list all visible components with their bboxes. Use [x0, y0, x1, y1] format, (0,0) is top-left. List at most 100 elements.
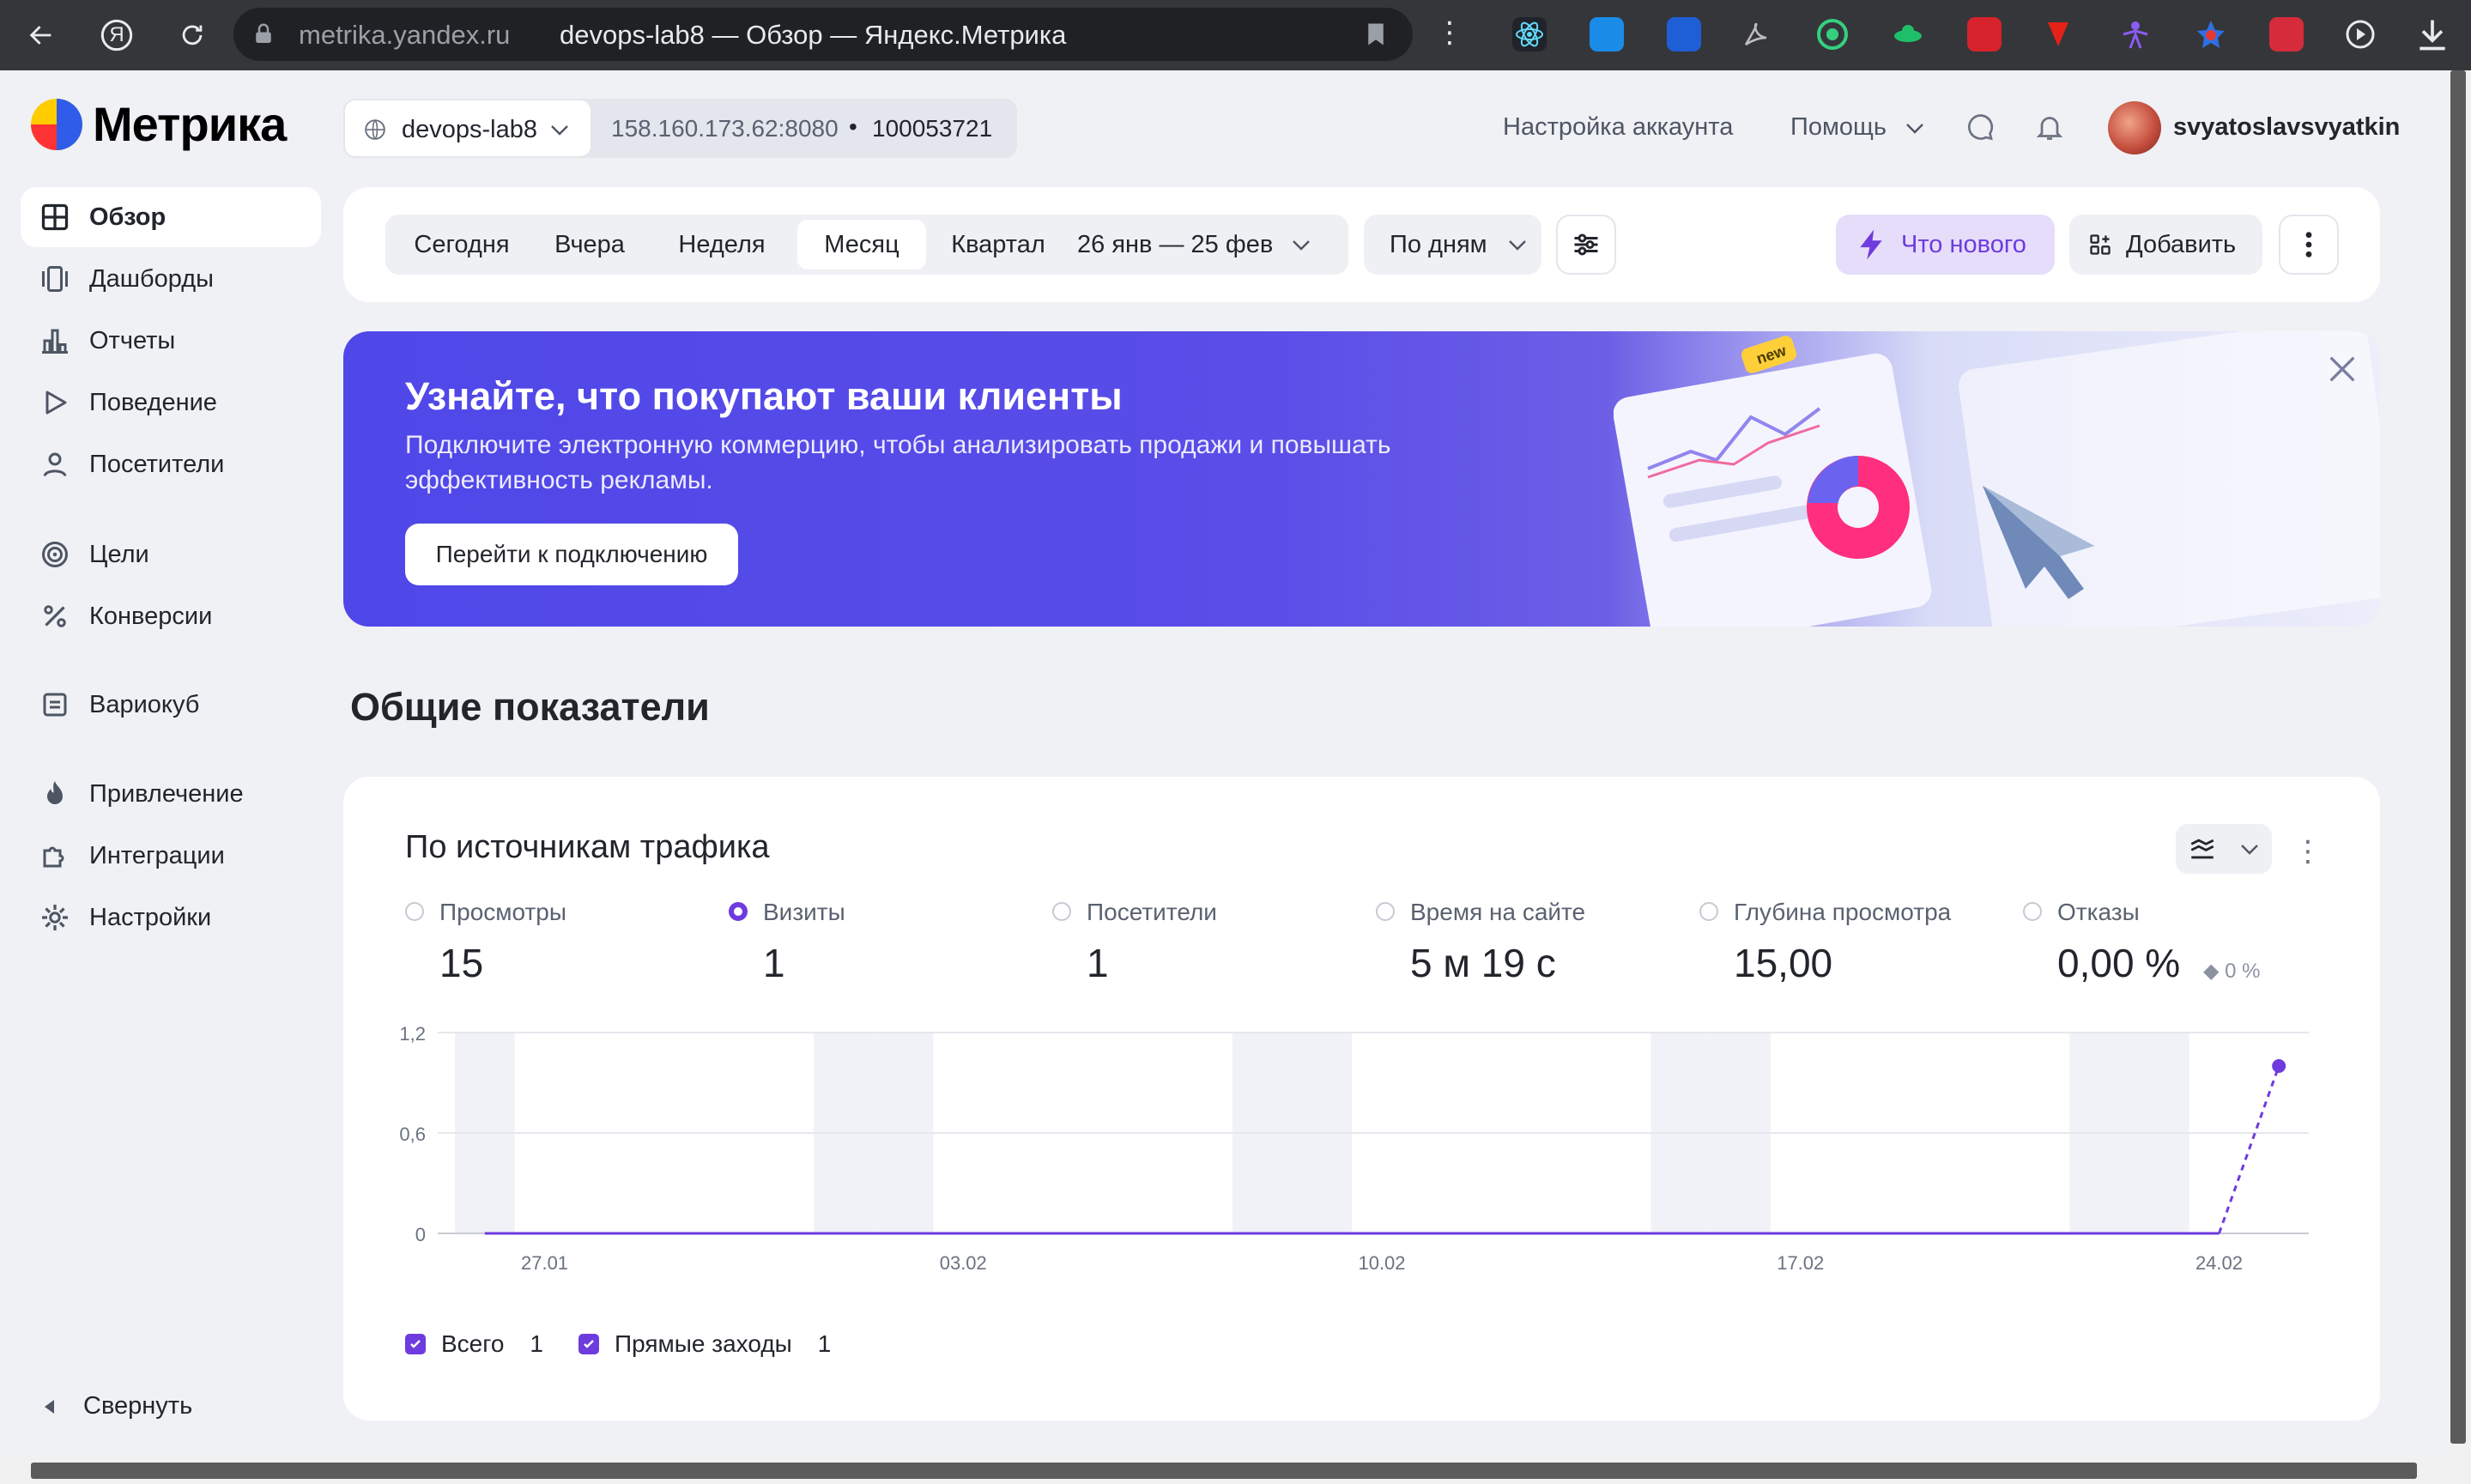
x-tick-label: 10.02 — [1358, 1252, 1405, 1274]
metrika-logo[interactable]: Метрика — [29, 96, 287, 152]
connect-button[interactable]: Перейти к подключению — [405, 524, 738, 585]
help-menu[interactable]: Помощь — [1790, 113, 1926, 142]
metric-label: Посетители — [1087, 899, 1217, 925]
metric-radio[interactable] — [1052, 902, 1071, 921]
bell-icon[interactable] — [2034, 112, 2065, 142]
sidebar-item-goals[interactable]: Цели — [21, 524, 321, 585]
target-icon — [42, 542, 68, 567]
visits-line-chart: 0 0,6 1,2 27.01 03.02 10.02 17.02 24.02 — [399, 1023, 2309, 1274]
sidebar-item-settings[interactable]: Настройки — [21, 887, 321, 948]
reload-icon[interactable] — [172, 15, 213, 56]
collapse-arrow-icon — [45, 1399, 54, 1414]
metric-radio[interactable] — [729, 902, 748, 921]
metric-radio[interactable] — [2023, 902, 2042, 921]
back-arrow-icon[interactable] — [21, 15, 62, 56]
shield-extension-icon[interactable] — [1667, 17, 1701, 51]
add-button[interactable]: Добавить — [2069, 215, 2262, 275]
period-month[interactable]: Месяц — [797, 220, 926, 270]
more-vertical-icon — [2305, 232, 2312, 257]
username[interactable]: svyatoslavsvyatkin — [2173, 113, 2400, 142]
metric-label: Просмотры — [439, 899, 566, 925]
bar-chart-icon — [42, 329, 68, 354]
sliders-icon — [1574, 233, 1598, 256]
account-settings-link[interactable]: Настройка аккаунта — [1503, 113, 1733, 142]
sidebar-item-visitors[interactable]: Посетители — [21, 434, 321, 494]
star-extension-icon[interactable] — [2194, 17, 2228, 51]
sidebar-item-label: Посетители — [89, 450, 225, 478]
period-yesterday[interactable]: Вчера — [530, 220, 650, 270]
legend-total[interactable]: Всего 1 — [405, 1330, 543, 1358]
metric-radio[interactable] — [1376, 902, 1395, 921]
widget-more-icon[interactable]: ⋮ — [2293, 834, 2323, 869]
more-options-button[interactable] — [2279, 215, 2339, 275]
counter-id: 100053721 — [872, 115, 993, 142]
collapse-sidebar-button[interactable]: Свернуть — [45, 1392, 192, 1420]
checkbox-checked-icon[interactable] — [405, 1334, 426, 1354]
react-devtools-icon[interactable] — [1512, 17, 1547, 51]
metric-value: 15,00 — [1734, 941, 1833, 985]
logo-text: Метрика — [93, 97, 287, 151]
download-icon[interactable] — [2413, 15, 2451, 53]
yandex-button[interactable]: Я — [96, 15, 137, 56]
person-extension-icon[interactable] — [2118, 17, 2153, 51]
counter-selector[interactable]: devops-lab8 — [343, 99, 592, 158]
arrow-extension-icon[interactable] — [1590, 17, 1624, 51]
chevron-down-icon — [551, 125, 568, 136]
sidebar-item-variocube[interactable]: Вариокуб — [21, 675, 321, 735]
analytics-illustration: new — [1614, 331, 2380, 627]
avatar[interactable] — [2108, 101, 2161, 154]
vertical-scrollbar[interactable] — [2445, 70, 2471, 1457]
widget-title: По источникам трафика — [405, 829, 770, 865]
y-tick-label: 0,6 — [399, 1124, 426, 1145]
ufo-extension-icon[interactable] — [1891, 17, 1925, 51]
x-tick-label: 17.02 — [1777, 1252, 1824, 1274]
media-extension-icon[interactable] — [2343, 17, 2377, 51]
period-week[interactable]: Неделя — [655, 220, 789, 270]
sidebar-item-conversions[interactable]: Конверсии — [21, 586, 321, 646]
youtube-extension-icon[interactable] — [2041, 17, 2075, 51]
horizontal-scrollbar[interactable] — [0, 1457, 2471, 1484]
metric-radio[interactable] — [405, 902, 424, 921]
grouping-dropdown[interactable]: По дням — [1364, 215, 1541, 275]
chat-icon[interactable] — [1965, 112, 1996, 142]
scroll-thumb[interactable] — [2450, 70, 2466, 1444]
metric-radio[interactable] — [1699, 902, 1718, 921]
legend-label: Всего — [441, 1330, 505, 1357]
legend-count: 1 — [817, 1330, 832, 1357]
sidebar-item-integrations[interactable]: Интеграции — [21, 826, 321, 886]
acrobat-extension-icon[interactable] — [1739, 17, 1773, 51]
checkbox-checked-icon[interactable] — [578, 1334, 599, 1354]
period-quarter[interactable]: Квартал — [931, 220, 1065, 270]
chevron-down-icon — [1508, 240, 1526, 251]
sidebar-item-dashboards[interactable]: Дашборды — [21, 249, 321, 309]
metric-label: Глубина просмотра — [1734, 899, 1952, 925]
counter-url: 158.160.173.62:8080 — [611, 115, 839, 142]
gear-icon — [42, 905, 68, 930]
chevron-down-icon — [2241, 845, 2258, 855]
legend-direct[interactable]: Прямые заходы 1 — [578, 1330, 831, 1358]
whats-new-button[interactable]: Что нового — [1836, 215, 2055, 275]
browser-menu-icon[interactable]: ⋮ — [1435, 15, 1464, 50]
sidebar-item-acquisition[interactable]: Привлечение — [21, 764, 321, 824]
sidebar-item-reports[interactable]: Отчеты — [21, 311, 321, 371]
sidebar-item-behavior[interactable]: Поведение — [21, 373, 321, 433]
period-today[interactable]: Сегодня — [397, 220, 526, 270]
scroll-thumb[interactable] — [31, 1463, 2417, 1479]
metric-value: 0,00 % — [2057, 941, 2181, 985]
sidebar-item-overview[interactable]: Обзор — [21, 187, 321, 247]
chart-type-dropdown[interactable] — [2176, 824, 2272, 874]
date-range-picker[interactable]: 26 янв — 25 фев — [1077, 220, 1340, 270]
sidebar-item-label: Конверсии — [89, 602, 213, 630]
grid-icon — [41, 203, 69, 231]
target-extension-icon[interactable] — [1815, 17, 1850, 51]
bookmark-icon[interactable] — [1365, 21, 1387, 47]
sidebar-item-label: Вариокуб — [89, 690, 200, 718]
fast-forward-extension-icon[interactable] — [2269, 17, 2304, 51]
address-bar[interactable]: metrika.yandex.ru devops-lab8 — Обзор — … — [233, 8, 1413, 61]
chart-lines-icon — [2190, 839, 2214, 859]
filters-button[interactable] — [1556, 215, 1616, 275]
close-icon[interactable] — [2325, 352, 2359, 386]
whats-new-label: Что нового — [1901, 230, 2026, 258]
banner-subtitle: Подключите электронную коммерцию, чтобы … — [405, 431, 1391, 494]
magic-wand-extension-icon[interactable] — [1967, 17, 2002, 51]
